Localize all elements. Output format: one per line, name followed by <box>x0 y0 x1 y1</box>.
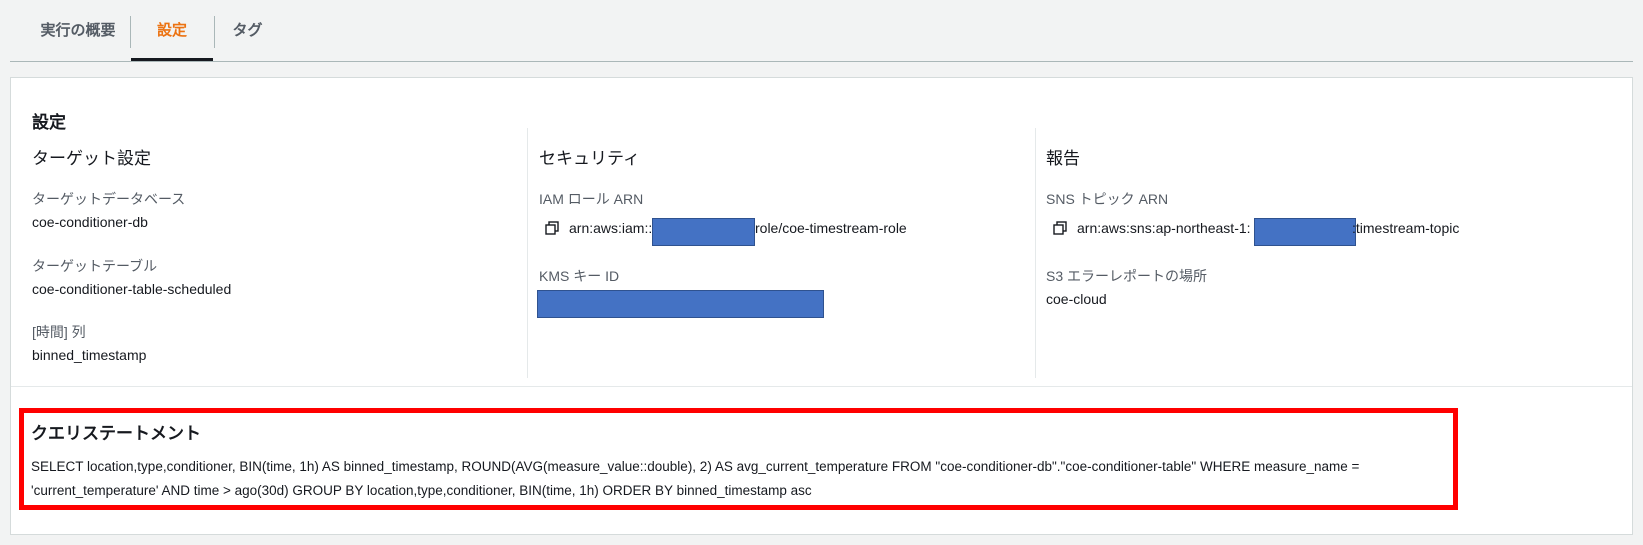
target-table-value: coe-conditioner-table-scheduled <box>32 281 232 297</box>
copy-icon[interactable] <box>1053 221 1067 235</box>
query-statement-section: クエリステートメント SELECT location,type,conditio… <box>19 408 1458 510</box>
tab-tags[interactable]: タグ <box>220 14 275 61</box>
query-statement-title: クエリステートメント <box>31 424 201 443</box>
report-heading: 報告 <box>1046 149 1080 168</box>
time-column-value: binned_timestamp <box>32 347 147 363</box>
tab-bar: 実行の概要 設定 タグ <box>10 0 1633 62</box>
kms-key-id-label: KMS キー ID <box>539 268 620 284</box>
tab-execution-summary[interactable]: 実行の概要 <box>28 14 128 61</box>
iam-role-arn-prefix: arn:aws:iam:: <box>569 220 653 236</box>
settings-title: 設定 <box>32 113 66 132</box>
section-divider <box>11 386 1632 387</box>
tab-separator <box>214 16 215 48</box>
time-column-label: [時間] 列 <box>32 324 86 340</box>
target-table-label: ターゲットテーブル <box>32 258 158 274</box>
iam-role-arn-suffix: role/coe-timestream-role <box>755 220 907 236</box>
redacted-account-id <box>652 218 755 246</box>
column-divider <box>1035 128 1036 378</box>
sns-topic-arn-label: SNS トピック ARN <box>1046 191 1169 207</box>
redacted-account-id <box>1254 218 1356 246</box>
s3-error-report-label: S3 エラーレポートの場所 <box>1046 268 1208 284</box>
query-statement-text: SELECT location,type,conditioner, BIN(ti… <box>31 459 1360 498</box>
redacted-kms-key-id <box>537 290 824 318</box>
s3-error-report-value: coe-cloud <box>1046 291 1107 307</box>
sns-topic-arn-suffix: :timestream-topic <box>1352 220 1460 236</box>
sns-topic-arn-prefix: arn:aws:sns:ap-northeast-1: <box>1077 220 1251 236</box>
target-database-label: ターゲットデータベース <box>32 191 186 207</box>
copy-icon[interactable] <box>545 221 559 235</box>
target-settings-heading: ターゲット設定 <box>32 149 151 168</box>
column-divider <box>527 128 528 378</box>
target-database-value: coe-conditioner-db <box>32 214 148 230</box>
iam-role-arn-label: IAM ロール ARN <box>539 191 644 207</box>
tab-settings[interactable]: 設定 <box>131 14 213 61</box>
security-heading: セキュリティ <box>539 149 640 168</box>
